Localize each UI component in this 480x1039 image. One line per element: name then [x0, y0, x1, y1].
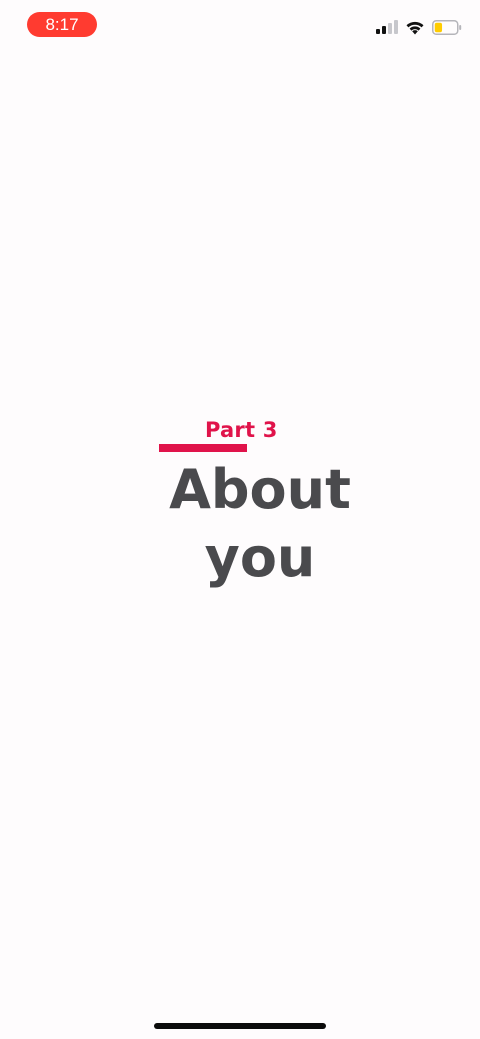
part-label: Part 3 — [205, 418, 278, 442]
title-line-1: About — [169, 458, 351, 521]
status-bar: 8:17 — [0, 0, 480, 48]
page-title: About you — [0, 456, 480, 592]
wifi-icon — [405, 20, 425, 35]
part-underline — [159, 444, 247, 452]
battery-icon — [432, 19, 462, 35]
cellular-signal-icon — [376, 20, 398, 34]
home-indicator[interactable] — [154, 1023, 326, 1029]
section-intro: Part 3 About you — [0, 412, 480, 602]
screen: 8:17 Part 3 About you — [0, 0, 480, 1039]
status-icons — [376, 18, 462, 36]
time-indicator[interactable]: 8:17 — [27, 12, 97, 37]
title-line-2: you — [204, 526, 316, 589]
